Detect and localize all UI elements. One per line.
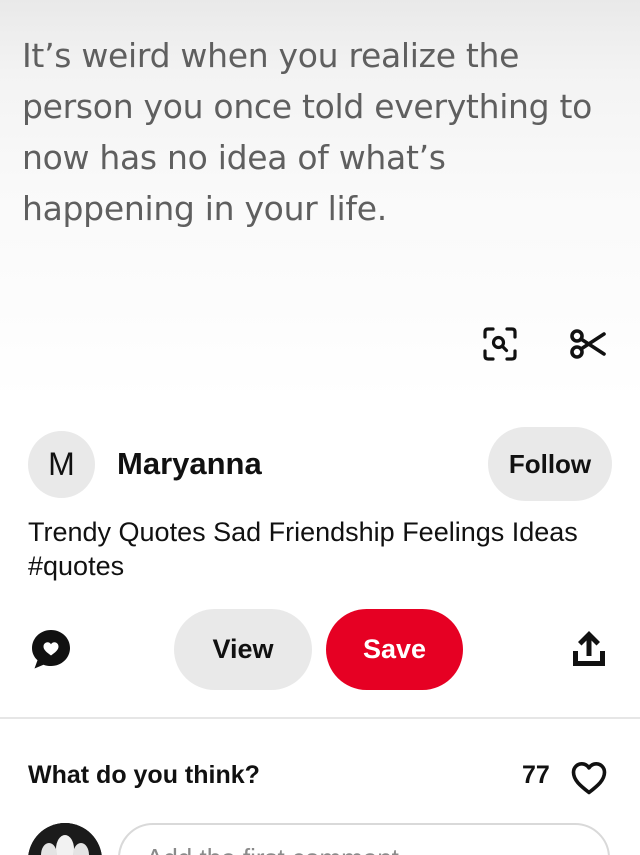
view-button-label: View xyxy=(212,634,274,664)
visual-search-icon xyxy=(483,327,517,361)
save-button-label: Save xyxy=(362,634,427,664)
share-button[interactable] xyxy=(566,626,612,672)
scissors-icon xyxy=(570,329,606,359)
section-divider xyxy=(0,717,640,719)
share-upload-icon xyxy=(573,631,605,666)
user-photo-icon xyxy=(28,823,102,855)
follow-button-label: Follow xyxy=(508,448,592,479)
comment-bubble-icon xyxy=(32,630,70,669)
save-button[interactable]: Save xyxy=(326,609,463,690)
reaction-count[interactable]: 77 xyxy=(522,761,550,790)
react-button[interactable] xyxy=(568,757,610,799)
pin-image[interactable]: It’s weird when you realize the person y… xyxy=(0,0,640,400)
pin-quote-text: It’s weird when you realize the person y… xyxy=(22,36,593,228)
heart-icon xyxy=(571,762,607,795)
pin-description: Trendy Quotes Sad Friendship Feelings Id… xyxy=(28,517,578,581)
comments-heading: What do you think? xyxy=(28,761,260,789)
creator-avatar[interactable]: M xyxy=(28,431,95,498)
comment-input[interactable] xyxy=(118,823,610,855)
visual-search-button[interactable] xyxy=(478,322,522,366)
current-user-avatar xyxy=(28,823,102,855)
comment-button[interactable] xyxy=(28,626,74,672)
crop-button[interactable] xyxy=(566,322,610,366)
follow-button[interactable]: Follow xyxy=(488,427,612,501)
creator-avatar-initial: M xyxy=(48,446,75,482)
pin-detail-screen: It’s weird when you realize the person y… xyxy=(0,0,640,855)
creator-name[interactable]: Maryanna xyxy=(117,446,262,482)
view-button[interactable]: View xyxy=(174,609,312,690)
